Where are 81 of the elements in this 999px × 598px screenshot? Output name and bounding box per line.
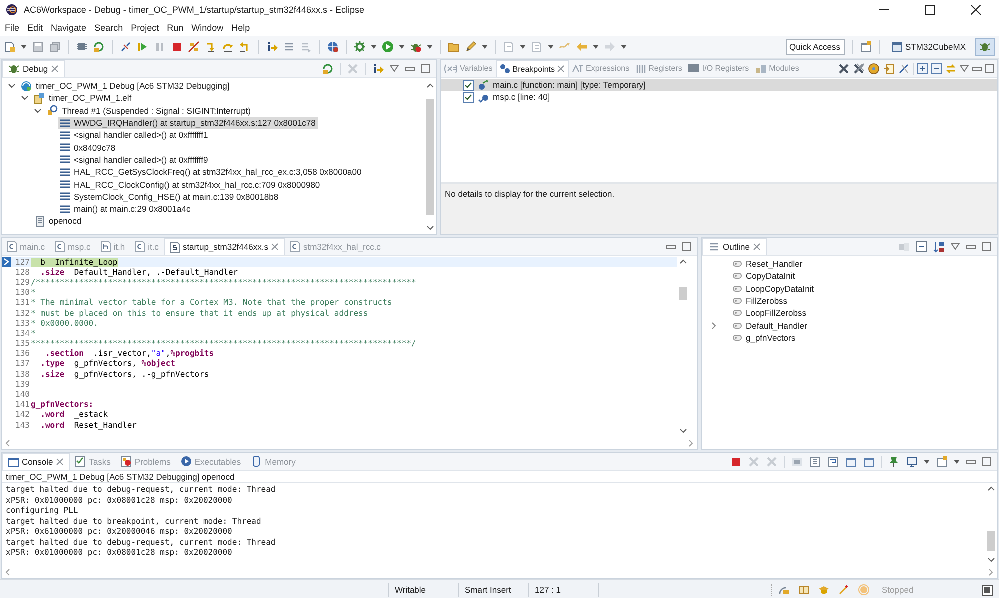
code-line: .size g_pfnVectors, .-g_pfnVectors [40, 370, 210, 379]
line-number: 134 [14, 328, 31, 338]
tree-item[interactable]: main() at main.c:29 0x8001a4c [58, 203, 193, 216]
line-number: 130 [14, 288, 31, 298]
view-tab[interactable]: startup_stm32f446xx.s [164, 238, 286, 255]
outline-item[interactable]: g_pfnVectors [721, 332, 798, 344]
console-line: xPSR: 0x01000000 pc: 0x08001c28 msp: 0x20020000 [6, 548, 234, 558]
console-line: xPSR: 0x61000000 pc: 0x20000046 msp: 0x20020000 [6, 527, 234, 538]
console-line: target halted due to breakpoint, current mode: Thread [6, 516, 262, 527]
tree-item[interactable]: openocd [32, 215, 84, 228]
menu-item[interactable]: File [1, 23, 24, 33]
tree-item[interactable]: HAL_RCC_ClockConfig() at stm32f4xx_hal_rcc.c:709 0x8000980 [58, 178, 322, 191]
line-number: 127 [14, 258, 31, 267]
view-tab[interactable]: Console [2, 453, 70, 470]
tree-item[interactable]: 0x8409c78 [58, 142, 118, 154]
line-number: 131 [14, 298, 31, 308]
perspective-button[interactable]: STM32CubeMX [886, 38, 970, 56]
view-tab[interactable]: Outline [702, 238, 767, 255]
code-line: * [31, 328, 36, 338]
console-title: timer_OC_PWM_1 Debug [Ac6 STM32 Debugging] openocd [2, 471, 997, 483]
status-field: 127 : 1 [535, 585, 561, 595]
code-line: .section .isr_vector,"a",%progbits [44, 349, 214, 358]
line-number: 140 [14, 390, 31, 400]
console-line: target halted due to debug-request, current mode: Thread [6, 485, 277, 496]
menu-item[interactable]: Run [163, 23, 188, 33]
code-line: .type g_pfnVectors, %object [40, 359, 176, 368]
menu-item[interactable]: Edit [24, 23, 48, 33]
console-line: configuring PLL [6, 506, 80, 516]
line-number: 135 [14, 339, 31, 348]
tree-item[interactable]: <signal handler called>() at 0xfffffff1 [58, 129, 210, 142]
outline-item[interactable]: Reset_Handler [721, 258, 805, 270]
tree-item[interactable]: timer_OC_PWM_1 Debug [Ac6 STM32 Debugging] [19, 80, 232, 92]
line-number: 142 [14, 410, 31, 420]
line-number: 138 [14, 370, 31, 379]
status-field: Writable [395, 585, 426, 595]
menu-item[interactable]: Navigate [47, 23, 91, 33]
tree-item[interactable]: SystemClock_Config_HSE() at main.c:139 0x80018b8 [58, 190, 281, 203]
code-line: /******************************************************************************* [31, 278, 416, 287]
code-line: .word _estack [40, 410, 108, 420]
line-number: 132 [14, 308, 31, 318]
tree-item[interactable]: <signal handler called>() at 0xfffffff9 [58, 154, 210, 166]
quick-access-field[interactable]: Quick Access [786, 39, 845, 55]
menu-item[interactable]: Project [127, 23, 164, 33]
outline-item[interactable]: LoopCopyDataInit [721, 282, 816, 295]
window-title: AC6Workspace - Debug - timer_OC_PWM_1/startup/startup_stm32f446xx.s - Eclipse [24, 5, 366, 15]
menu-item[interactable]: Window [188, 23, 228, 33]
code-line: g_pfnVectors: [31, 400, 94, 410]
breakpoint-item[interactable]: msp.c [line: 40] [441, 91, 997, 103]
tree-item[interactable]: HAL_RCC_GetSysClockFreq() at stm32f4xx_hal_rcc_ex.c:3,058 0x8000a00 [58, 166, 364, 178]
code-line: * [31, 288, 36, 298]
menu-item[interactable]: Help [228, 23, 254, 33]
outline-item[interactable]: FillZerobss [721, 295, 790, 308]
view-tab[interactable]: Debug [2, 60, 66, 77]
code-line: * 0x0000.0000. [31, 318, 98, 328]
code-line: *******************************************************************************/ [31, 339, 416, 348]
menu-item[interactable]: Search [90, 23, 128, 33]
line-number: 136 [14, 349, 31, 358]
console-line: xPSR: 0x01000000 pc: 0x08001c28 msp: 0x20020000 [6, 496, 234, 506]
tree-item[interactable]: timer_OC_PWM_1.elf [32, 92, 134, 104]
tree-item[interactable]: WWDG_IRQHandler() at startup_stm32f446xx.s:127 0x8001c78 [58, 117, 318, 130]
line-number: 139 [14, 380, 31, 389]
line-number: 129 [14, 278, 31, 287]
console-line: target halted due to debug-request, current mode: Thread [6, 538, 277, 548]
tree-item[interactable]: Thread #1 (Suspended : Signal : SIGINT:Interrupt) [45, 104, 253, 117]
line-number: 137 [14, 359, 31, 368]
line-number: 143 [14, 420, 31, 430]
line-number: 141 [14, 400, 31, 410]
code-line: * The minimal vector table for a Cortex M3. Note that the proper constructs [31, 298, 392, 308]
status-text: Stopped [882, 585, 915, 595]
line-number: 133 [14, 318, 31, 328]
line-number: 128 [14, 268, 31, 277]
breakpoint-item[interactable]: main.c [function: main] [type: Temporary] [441, 79, 997, 91]
code-line: .size Default_Handler, .-Default_Handler [40, 268, 238, 277]
details-text: No details to display for the current selection. [445, 189, 615, 199]
outline-item[interactable]: Default_Handler [721, 320, 810, 332]
code-line: * must be placed on this to ensure that it ends up at physical address [31, 308, 368, 318]
view-tab[interactable]: Breakpoints [496, 60, 570, 77]
status-field: Smart Insert [465, 585, 512, 595]
outline-item[interactable]: CopyDataInit [721, 270, 798, 282]
outline-item[interactable]: LoopFillZerobss [721, 307, 808, 320]
code-line: .word Reset_Handler [40, 420, 137, 430]
